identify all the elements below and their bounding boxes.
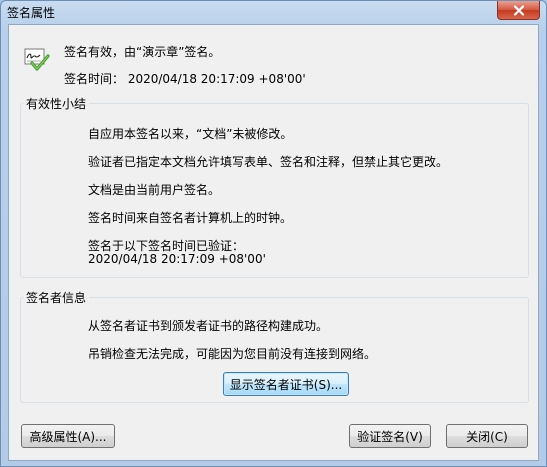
signature-status-text: 签名有效，由“演示章”签名。 (64, 45, 221, 59)
validity-line-4: 签名时间来自签名者计算机上的时钟。 (88, 211, 293, 225)
signature-valid-icon (24, 48, 50, 71)
advanced-properties-button[interactable]: 高级属性(A)... (21, 424, 115, 448)
validity-summary-legend: 有效性小结 (26, 97, 87, 111)
signature-properties-dialog: 签名属性 签名有效，由“演示章”签名。 签名时间： 2020/04/18 20:… (0, 0, 547, 467)
window-close-button[interactable] (497, 1, 540, 20)
title-bar[interactable]: 签名属性 (1, 1, 546, 23)
close-button[interactable]: 关闭(C) (446, 424, 528, 448)
validity-line-6: 2020/04/18 20:17:09 +08'00' (88, 252, 266, 266)
show-signer-certificate-button[interactable]: 显示签名者证书(S)... (223, 372, 349, 396)
dialog-body: 签名有效，由“演示章”签名。 签名时间： 2020/04/18 20:17:09… (8, 24, 539, 461)
validity-line-1: 自应用本签名以来，“文档”未被修改。 (88, 127, 293, 141)
validate-signature-button[interactable]: 验证签名(V) (349, 424, 431, 448)
close-icon (513, 4, 524, 16)
validity-line-2: 验证者已指定本文档允许填写表单、签名和注释，但禁止其它更改。 (88, 155, 449, 169)
signer-info-line-2: 吊销检查无法完成，可能因为您目前没有连接到网络。 (88, 347, 377, 361)
validity-line-3: 文档是由当前用户签名。 (88, 183, 221, 197)
signer-info-line-1: 从签名者证书到颁发者证书的路径构建成功。 (88, 319, 329, 333)
signer-info-legend: 签名者信息 (26, 291, 87, 305)
signature-time-text: 签名时间： 2020/04/18 20:17:09 +08'00' (64, 72, 306, 86)
window-title: 签名属性 (7, 6, 56, 20)
